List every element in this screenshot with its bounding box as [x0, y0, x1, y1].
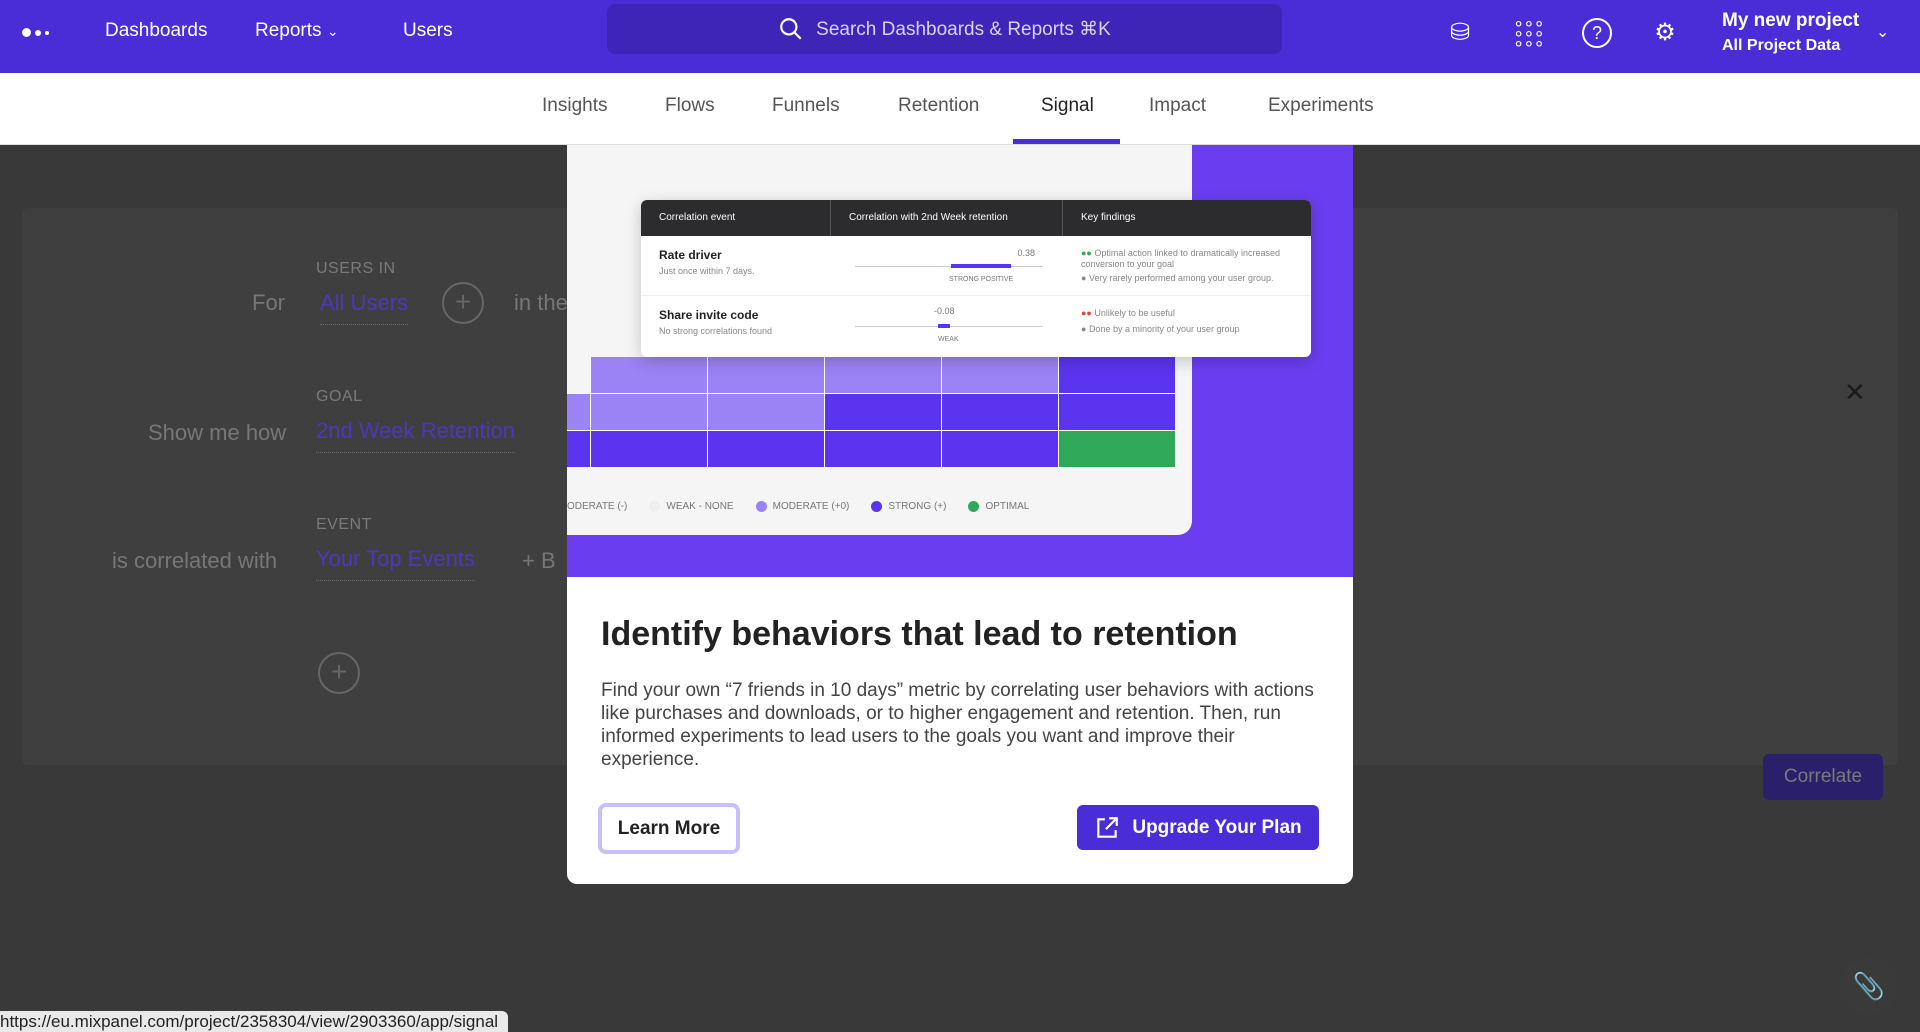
header-correlation-event: Correlation event — [641, 200, 831, 236]
legend-label: OPTIMAL — [985, 501, 1030, 512]
legend-item: WEAK - NONE — [649, 501, 734, 512]
report-tabs: Insights Flows Funnels Retention Signal … — [0, 73, 1920, 145]
add-event-button[interactable]: + B — [522, 548, 556, 574]
modal-title: Identify behaviors that lead to retentio… — [601, 615, 1238, 653]
table-row: Rate driver Just once within 7 days. 0.38… — [641, 236, 1311, 296]
help-icon[interactable]: ? — [1582, 18, 1612, 48]
corr-bar — [938, 324, 950, 328]
users-selector[interactable]: All Users — [320, 290, 409, 325]
users-in-label: USERS IN — [316, 260, 396, 277]
search-placeholder: Search Dashboards & Reports ⌘K — [816, 18, 1111, 40]
tab-experiments[interactable]: Experiments — [1268, 95, 1374, 117]
heatmap-legend: ODERATE (-) WEAK - NONE MODERATE (+0) STRON… — [567, 501, 1029, 512]
status-bar-url: https://eu.mixpanel.com/project/2358304/… — [0, 1011, 509, 1032]
nav-reports[interactable]: Reports ⌄ — [255, 20, 339, 42]
nav-dashboards[interactable]: Dashboards — [105, 20, 207, 42]
tab-signal[interactable]: Signal — [1041, 95, 1094, 117]
nav-users[interactable]: Users — [403, 20, 453, 42]
finding: ● Very rarely performed among your user … — [1081, 273, 1274, 283]
legend-item: MODERATE (+0) — [755, 501, 850, 512]
event-selector[interactable]: Your Top Events — [316, 546, 476, 581]
table-header: Correlation event Correlation with 2nd W… — [641, 200, 1311, 236]
apps-grid-icon[interactable]: ∘∘∘ ∘∘∘ ∘∘∘ — [1513, 14, 1545, 52]
corr-strength: STRONG POSITIVE — [949, 276, 1014, 283]
mixpanel-logo[interactable] — [22, 28, 49, 37]
legend-label: STRONG (+) — [888, 501, 947, 512]
corr-strength: WEAK — [938, 336, 959, 343]
heatmap-grid — [567, 357, 1175, 467]
corr-value: -0.08 — [934, 306, 955, 316]
feature-preview: ODERATE (-) WEAK - NONE MODERATE (+0) STRON… — [567, 145, 1353, 577]
add-step-button[interactable]: + — [318, 652, 360, 694]
search-input[interactable]: Search Dashboards & Reports ⌘K — [607, 4, 1282, 54]
legend-swatch — [649, 501, 661, 512]
add-filter-button[interactable]: + — [442, 282, 484, 324]
goal-selector[interactable]: 2nd Week Retention — [316, 418, 515, 453]
event-label: EVENT — [316, 516, 372, 533]
learn-more-button[interactable]: Learn More — [598, 803, 740, 854]
corr-value: 0.38 — [1017, 248, 1035, 258]
event-name: Rate driver — [659, 248, 722, 262]
upgrade-modal: ODERATE (-) WEAK - NONE MODERATE (+0) STRON… — [567, 145, 1353, 884]
finding: ●● Unlikely to be useful — [1081, 308, 1175, 318]
legend-label: MODERATE (+0) — [772, 501, 850, 512]
tab-impact[interactable]: Impact — [1149, 95, 1206, 117]
event-sub: Just once within 7 days. — [659, 266, 755, 276]
header-key-findings: Key findings — [1081, 212, 1136, 223]
modal-description: Find your own “7 friends in 10 days” met… — [601, 680, 1314, 770]
legend-swatch — [871, 501, 883, 512]
legend-label: WEAK - NONE — [666, 501, 734, 512]
chevron-down-icon[interactable]: ⌄ — [1876, 22, 1889, 42]
project-name: My new project — [1722, 10, 1860, 31]
legend-item: ODERATE (-) — [567, 501, 627, 512]
event-name: Share invite code — [659, 308, 759, 322]
project-selector[interactable]: My new project All Project Data — [1722, 10, 1859, 55]
goal-label: GOAL — [316, 388, 363, 405]
project-scope: All Project Data — [1722, 37, 1841, 54]
correlated-with-label: is correlated with — [112, 548, 278, 573]
in-the-label: in the — [514, 290, 568, 315]
database-settings-icon[interactable]: ⛁ — [1445, 18, 1475, 48]
legend-label: ODERATE (-) — [567, 501, 628, 512]
show-me-how-label: Show me how — [148, 420, 287, 445]
table-row: Share invite code No strong correlations … — [641, 296, 1311, 356]
header-correlation: Correlation with 2nd Week retention — [831, 200, 1063, 236]
close-icon[interactable]: ✕ — [1844, 377, 1866, 408]
external-link-icon — [1097, 816, 1119, 838]
paperclip-icon[interactable]: 📎 — [1840, 957, 1898, 1015]
chevron-down-icon: ⌄ — [326, 23, 339, 39]
event-sub: No strong correlations found — [659, 326, 773, 336]
legend-swatch — [968, 501, 980, 512]
upgrade-plan-button[interactable]: Upgrade Your Plan — [1077, 805, 1319, 850]
legend-item: STRONG (+) — [871, 501, 946, 512]
for-label: For — [252, 290, 285, 315]
nav-reports-label: Reports — [255, 20, 322, 41]
tab-funnels[interactable]: Funnels — [772, 95, 840, 117]
legend-swatch — [755, 501, 767, 512]
search-icon — [780, 18, 802, 40]
active-tab-indicator — [1013, 139, 1120, 144]
correlate-button[interactable]: Correlate — [1763, 754, 1883, 800]
upgrade-label: Upgrade Your Plan — [1132, 816, 1302, 838]
settings-gear-icon[interactable]: ⚙ — [1650, 18, 1680, 48]
corr-bar — [951, 264, 1011, 268]
tab-insights[interactable]: Insights — [542, 95, 607, 117]
correlation-table: Correlation event Correlation with 2nd W… — [641, 200, 1311, 357]
tab-flows[interactable]: Flows — [665, 95, 715, 117]
finding: ● Done by a minority of your user group — [1081, 324, 1240, 334]
finding: ●● Optimal action linked to dramatically… — [1081, 248, 1280, 269]
legend-item: OPTIMAL — [968, 501, 1029, 512]
top-nav-bar: Dashboards Reports ⌄ Users Search Dashbo… — [0, 0, 1920, 73]
tab-retention[interactable]: Retention — [898, 95, 979, 117]
